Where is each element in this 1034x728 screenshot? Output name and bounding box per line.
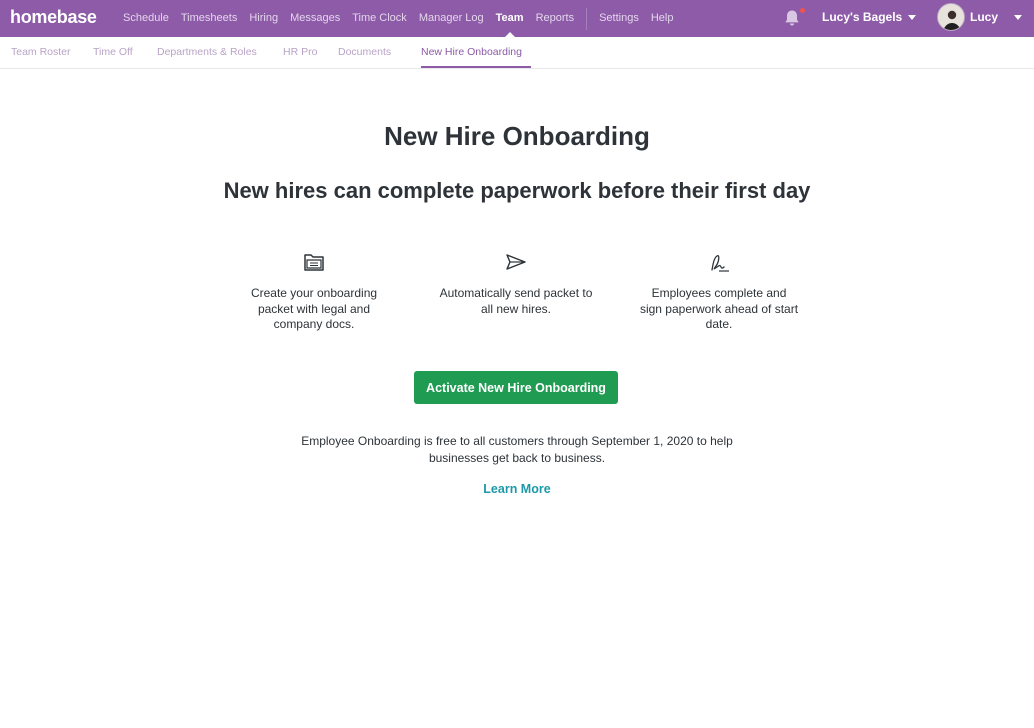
nav-schedule[interactable]: Schedule: [117, 0, 175, 37]
feature-auto-send: Automatically send packet to all new hir…: [436, 250, 596, 317]
folder-icon: [304, 254, 324, 271]
page-subtitle: New hires can complete paperwork before …: [223, 178, 811, 203]
feature-text: Create your onboarding packet with legal…: [250, 286, 378, 331]
note-line: Employee Onboarding is free to all custo…: [301, 434, 733, 448]
team-subnav: Team Roster Time Off Departments & Roles…: [0, 37, 1034, 69]
nav-messages[interactable]: Messages: [284, 0, 346, 37]
active-tab-indicator: [421, 66, 531, 68]
free-offer-note: Employee Onboarding is free to all custo…: [0, 433, 1034, 467]
nav-team[interactable]: Team: [490, 0, 530, 37]
subnav-documents[interactable]: Documents: [338, 46, 391, 58]
note-line: businesses get back to business.: [428, 451, 606, 465]
nav-manager-log[interactable]: Manager Log: [413, 0, 490, 37]
top-navigation-bar: homebase Schedule Timesheets Hiring Mess…: [0, 0, 1034, 37]
nav-hiring[interactable]: Hiring: [243, 0, 284, 37]
feature-sign-paperwork: Employees complete and sign paperwork ah…: [639, 250, 799, 333]
subnav-new-hire-onboarding[interactable]: New Hire Onboarding: [421, 46, 522, 58]
user-photo-icon: [938, 4, 964, 30]
subnav-time-off[interactable]: Time Off: [93, 46, 133, 58]
main-nav: Schedule Timesheets Hiring Messages Time…: [117, 0, 679, 37]
nav-settings[interactable]: Settings: [593, 0, 645, 37]
nav-time-clock[interactable]: Time Clock: [346, 0, 413, 37]
homebase-logo[interactable]: homebase: [10, 7, 97, 28]
avatar[interactable]: [937, 3, 965, 31]
activate-onboarding-button[interactable]: Activate New Hire Onboarding: [414, 371, 618, 404]
feature-create-packet: Create your onboarding packet with legal…: [234, 250, 394, 333]
nav-reports[interactable]: Reports: [530, 0, 581, 37]
feature-text: Automatically send packet to all new hir…: [439, 286, 593, 316]
subnav-departments-roles[interactable]: Departments & Roles: [157, 46, 257, 58]
signature-icon: [711, 255, 729, 272]
organization-name: Lucy's Bagels: [822, 10, 903, 24]
organization-switcher[interactable]: Lucy's Bagels: [822, 10, 917, 24]
nav-divider: [586, 7, 588, 30]
subnav-hr-pro[interactable]: HR Pro: [283, 46, 317, 58]
feature-text: Employees complete and sign paperwork ah…: [639, 286, 799, 331]
page-title: New Hire Onboarding: [384, 121, 650, 151]
user-name: Lucy: [970, 10, 999, 24]
chevron-down-icon: [908, 14, 917, 20]
learn-more-link[interactable]: Learn More: [0, 482, 1034, 496]
bell-icon[interactable]: [783, 9, 801, 27]
notification-badge: [800, 8, 805, 13]
user-menu[interactable]: Lucy: [970, 10, 1023, 24]
subnav-team-roster[interactable]: Team Roster: [11, 46, 71, 58]
nav-timesheets[interactable]: Timesheets: [175, 0, 243, 37]
nav-help[interactable]: Help: [645, 0, 680, 37]
paper-plane-icon: [506, 254, 526, 270]
chevron-down-icon: [1014, 14, 1023, 20]
